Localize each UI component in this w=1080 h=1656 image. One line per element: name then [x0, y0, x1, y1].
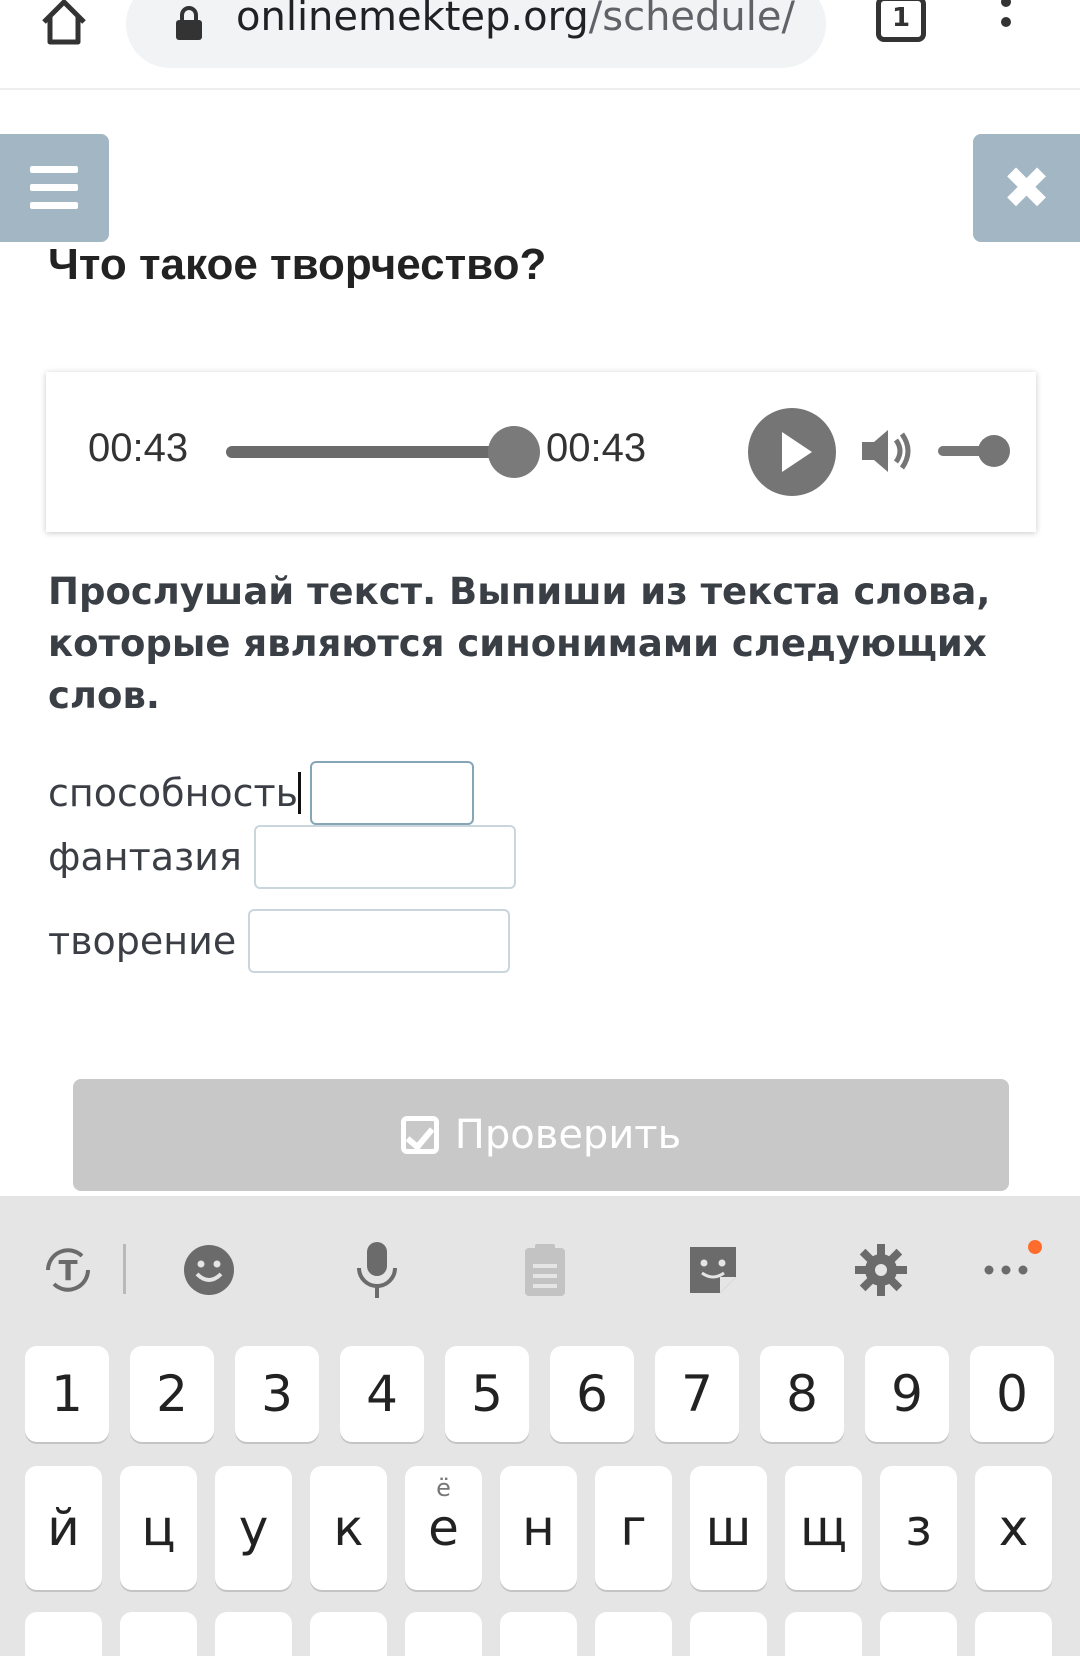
- keyboard-key[interactable]: [120, 1612, 197, 1656]
- key-label: х: [998, 1499, 1029, 1557]
- microphone-icon[interactable]: [347, 1240, 407, 1300]
- key-label: 7: [681, 1365, 713, 1423]
- keyboard-key[interactable]: [690, 1612, 767, 1656]
- page-title: Что такое творчество?: [48, 240, 547, 289]
- keyboard-key[interactable]: [785, 1612, 862, 1656]
- menu-button[interactable]: [0, 134, 109, 242]
- key-е[interactable]: её: [405, 1466, 482, 1590]
- key-label: щ: [799, 1499, 848, 1557]
- answer-row-3: творение: [48, 908, 511, 974]
- seek-handle[interactable]: [488, 426, 540, 478]
- key-label: 8: [786, 1365, 818, 1423]
- notification-dot: [1028, 1240, 1042, 1254]
- key-н[interactable]: н: [500, 1466, 577, 1590]
- key-6[interactable]: 6: [550, 1346, 634, 1442]
- key-label: 5: [471, 1365, 503, 1423]
- key-label: 6: [576, 1365, 608, 1423]
- keyboard-key[interactable]: [975, 1612, 1052, 1656]
- key-alt-label: ё: [436, 1474, 451, 1502]
- key-ц[interactable]: ц: [120, 1466, 197, 1590]
- answer-input-3[interactable]: [248, 909, 511, 973]
- field-label: фантазия: [48, 835, 242, 879]
- key-щ[interactable]: щ: [785, 1466, 862, 1590]
- field-label: творение: [48, 919, 237, 963]
- key-3[interactable]: 3: [235, 1346, 319, 1442]
- key-label: 3: [261, 1365, 293, 1423]
- key-label: ш: [705, 1499, 752, 1557]
- hamburger-icon: [30, 166, 78, 173]
- key-у[interactable]: у: [215, 1466, 292, 1590]
- key-label: й: [47, 1499, 80, 1557]
- keyboard-key[interactable]: [500, 1612, 577, 1656]
- close-button[interactable]: ✖: [973, 134, 1080, 242]
- keyboard-key[interactable]: [595, 1612, 672, 1656]
- key-1[interactable]: 1: [25, 1346, 109, 1442]
- clipboard-icon[interactable]: [515, 1240, 575, 1300]
- key-2[interactable]: 2: [130, 1346, 214, 1442]
- key-8[interactable]: 8: [760, 1346, 844, 1442]
- key-label: 2: [156, 1365, 188, 1423]
- more-vert-icon[interactable]: [994, 0, 1018, 42]
- lock-icon: [176, 6, 202, 40]
- keyboard-toolbar: T: [0, 1196, 1080, 1344]
- key-4[interactable]: 4: [340, 1346, 424, 1442]
- current-time: 00:43: [88, 426, 189, 470]
- key-label: н: [522, 1499, 555, 1557]
- sticker-icon[interactable]: [683, 1240, 743, 1300]
- key-label: 4: [366, 1365, 398, 1423]
- answer-input-1[interactable]: [310, 761, 475, 825]
- key-х[interactable]: х: [975, 1466, 1052, 1590]
- browser-toolbar: onlinemektep.org/schedule/ 1: [0, 0, 1080, 90]
- on-screen-keyboard: T 1234567890 йцукеёнгшщзх: [0, 1196, 1080, 1656]
- key-label: у: [238, 1499, 269, 1557]
- key-label: к: [333, 1499, 364, 1557]
- seek-bar[interactable]: [226, 446, 526, 458]
- svg-text:T: T: [58, 1254, 77, 1287]
- check-button[interactable]: Проверить: [73, 1079, 1009, 1191]
- play-icon[interactable]: [748, 408, 836, 496]
- volume-icon[interactable]: [858, 422, 916, 480]
- key-label: 1: [51, 1365, 83, 1423]
- keyboard-key[interactable]: [215, 1612, 292, 1656]
- key-7[interactable]: 7: [655, 1346, 739, 1442]
- key-label: 0: [996, 1365, 1028, 1423]
- keyboard-key[interactable]: [880, 1612, 957, 1656]
- tab-switcher-button[interactable]: 1: [876, 0, 926, 42]
- text-style-icon[interactable]: T: [38, 1240, 98, 1300]
- keyboard-key[interactable]: [310, 1612, 387, 1656]
- checkbox-icon: [400, 1116, 439, 1154]
- key-г[interactable]: г: [595, 1466, 672, 1590]
- key-9[interactable]: 9: [865, 1346, 949, 1442]
- volume-handle[interactable]: [978, 435, 1010, 467]
- task-instruction: Прослушай текст. Выпиши из текста слова,…: [48, 570, 991, 717]
- more-icon[interactable]: [976, 1240, 1036, 1300]
- url-text: onlinemektep.org/schedule/: [236, 0, 795, 40]
- answer-row-2: фантазия: [48, 824, 516, 890]
- answer-input-2[interactable]: [253, 825, 516, 889]
- address-bar[interactable]: onlinemektep.org/schedule/: [126, 0, 826, 68]
- key-label: з: [905, 1499, 932, 1557]
- home-icon[interactable]: [36, 0, 92, 50]
- key-й[interactable]: й: [25, 1466, 102, 1590]
- key-label: г: [620, 1499, 647, 1557]
- settings-icon[interactable]: [851, 1240, 911, 1300]
- key-0[interactable]: 0: [970, 1346, 1054, 1442]
- answer-row-1: способность: [48, 760, 475, 826]
- key-ш[interactable]: ш: [690, 1466, 767, 1590]
- text-caret: [298, 772, 301, 814]
- key-label: 9: [891, 1365, 923, 1423]
- emoji-icon[interactable]: [179, 1240, 239, 1300]
- audio-player: 00:43 00:43: [46, 372, 1036, 532]
- key-к[interactable]: к: [310, 1466, 387, 1590]
- keyboard-key[interactable]: [405, 1612, 482, 1656]
- close-icon: ✖: [1002, 154, 1051, 222]
- key-label: ц: [141, 1499, 176, 1557]
- keyboard-key[interactable]: [25, 1612, 102, 1656]
- duration-time: 00:43: [546, 426, 647, 470]
- field-label: способность: [48, 771, 299, 815]
- key-label: е: [428, 1499, 459, 1557]
- key-5[interactable]: 5: [445, 1346, 529, 1442]
- key-з[interactable]: з: [880, 1466, 957, 1590]
